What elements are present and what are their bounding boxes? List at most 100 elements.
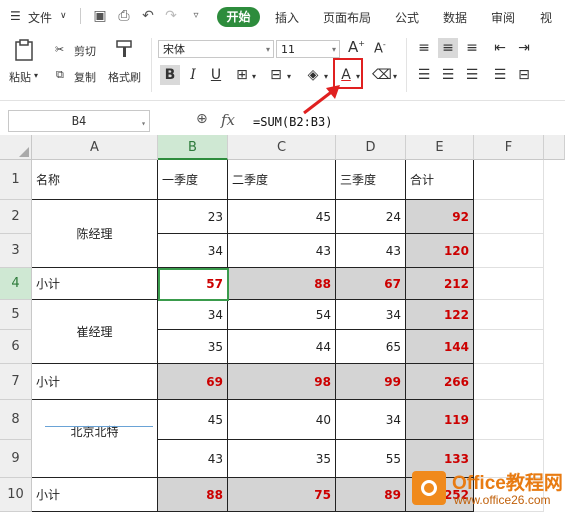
group-name-cell[interactable]: 陈经理 — [32, 200, 158, 268]
value-cell[interactable]: 45 — [158, 400, 228, 440]
header-q1-cell[interactable]: 一季度 — [158, 160, 228, 200]
indent-decrease-icon[interactable]: ⇤ — [490, 38, 510, 58]
value-cell[interactable]: 34 — [158, 300, 228, 330]
row-header-6[interactable]: 6 — [0, 330, 32, 364]
font-name-select[interactable]: 宋体 ▾ — [158, 40, 274, 58]
format-painter-icon[interactable] — [113, 38, 137, 62]
select-all-corner[interactable] — [0, 135, 32, 160]
eraser-icon[interactable]: ⌫ — [372, 65, 392, 85]
subtotal-value-cell[interactable]: 88 — [158, 478, 228, 512]
save-icon[interactable]: ▣ — [92, 8, 108, 24]
subtotal-value-cell[interactable]: 69 — [158, 364, 228, 400]
copy-button[interactable]: 复制 — [74, 69, 96, 85]
decrease-font-icon[interactable]: A- — [374, 40, 386, 56]
column-header-c[interactable]: C — [228, 135, 336, 160]
subtotal-value-cell[interactable]: 99 — [336, 364, 406, 400]
empty-cell[interactable] — [474, 400, 544, 440]
empty-cell[interactable] — [474, 300, 544, 330]
distribute-icon[interactable]: ⊟ — [514, 65, 534, 85]
row-header-2[interactable]: 2 — [0, 200, 32, 234]
row-header-7[interactable]: 7 — [0, 364, 32, 400]
chevron-down-icon[interactable]: ▾ — [252, 72, 256, 81]
subtotal-value-cell[interactable]: 75 — [228, 478, 336, 512]
row-total-cell[interactable]: 120 — [406, 234, 474, 268]
column-header-d[interactable]: D — [336, 135, 406, 160]
header-q2-cell[interactable]: 二季度 — [228, 160, 336, 200]
value-cell[interactable]: 55 — [336, 440, 406, 478]
italic-button[interactable]: I — [183, 65, 203, 85]
value-cell[interactable]: 43 — [336, 234, 406, 268]
value-cell[interactable]: 45 — [228, 200, 336, 234]
border-icon[interactable]: ⊞ — [232, 65, 252, 85]
tab-data[interactable]: 数据 — [443, 9, 467, 26]
row-header-1[interactable]: 1 — [0, 160, 32, 200]
cut-button[interactable]: 剪切 — [74, 43, 96, 59]
value-cell[interactable]: 34 — [336, 300, 406, 330]
row-header-4[interactable]: 4 — [0, 268, 32, 300]
column-header-f[interactable]: F — [474, 135, 544, 160]
subtotal-value-cell[interactable]: 98 — [228, 364, 336, 400]
align-top-icon[interactable]: ≡ — [414, 38, 434, 58]
group-name-cell[interactable]: 崔经理 — [32, 300, 158, 364]
row-total-cell[interactable]: 144 — [406, 330, 474, 364]
row-header-5[interactable]: 5 — [0, 300, 32, 330]
redo-icon[interactable]: ↷ — [163, 8, 179, 24]
column-header-e[interactable]: E — [406, 135, 474, 160]
paste-icon[interactable] — [10, 38, 38, 62]
merge-cells-icon[interactable]: ⊟ — [266, 65, 286, 85]
print-icon[interactable]: ⎙ — [116, 8, 132, 24]
align-bottom-icon[interactable]: ≡ — [462, 38, 482, 58]
font-size-select[interactable]: 11 ▾ — [276, 40, 340, 58]
justify-icon[interactable]: ☰ — [490, 65, 510, 85]
subtotal-value-cell[interactable]: 57 — [158, 268, 228, 300]
align-left-icon[interactable]: ☰ — [414, 65, 434, 85]
value-cell[interactable]: 40 — [228, 400, 336, 440]
header-name-cell[interactable]: 名称 — [32, 160, 158, 200]
row-total-cell[interactable]: 119 — [406, 400, 474, 440]
subtotal-label-cell[interactable]: 小计 — [32, 364, 158, 400]
row-header-3[interactable]: 3 — [0, 234, 32, 268]
value-cell[interactable]: 43 — [158, 440, 228, 478]
align-center-icon[interactable]: ☰ — [438, 65, 458, 85]
subtotal-value-cell[interactable]: 266 — [406, 364, 474, 400]
header-total-cell[interactable]: 合计 — [406, 160, 474, 200]
value-cell[interactable]: 43 — [228, 234, 336, 268]
format-painter-button[interactable]: 格式刷 — [108, 69, 141, 85]
subtotal-value-cell[interactable]: 67 — [336, 268, 406, 300]
value-cell[interactable]: 44 — [228, 330, 336, 364]
formula-input[interactable]: =SUM(B2:B3) — [253, 115, 332, 129]
value-cell[interactable]: 65 — [336, 330, 406, 364]
row-total-cell[interactable]: 92 — [406, 200, 474, 234]
chevron-down-icon[interactable]: ∨ — [60, 11, 67, 21]
value-cell[interactable]: 35 — [158, 330, 228, 364]
empty-cell[interactable] — [474, 268, 544, 300]
group-name-cell[interactable]: 北京北特 — [32, 400, 158, 478]
chevron-down-icon[interactable]: ▾ — [287, 72, 291, 81]
row-total-cell[interactable]: 122 — [406, 300, 474, 330]
subtotal-label-cell[interactable]: 小计 — [32, 268, 158, 300]
zoom-icon[interactable]: ⊕ — [196, 111, 208, 127]
align-right-icon[interactable]: ☰ — [462, 65, 482, 85]
tab-view[interactable]: 视 — [540, 9, 552, 26]
hamburger-icon[interactable]: ☰ — [10, 9, 21, 23]
fx-icon[interactable]: fx — [221, 111, 235, 129]
column-header-b[interactable]: B — [158, 135, 228, 160]
subtotal-value-cell[interactable]: 89 — [336, 478, 406, 512]
align-middle-icon[interactable]: ≡ — [438, 38, 458, 58]
tab-page-layout[interactable]: 页面布局 — [323, 9, 371, 26]
value-cell[interactable]: 35 — [228, 440, 336, 478]
scissors-icon[interactable]: ✂ — [55, 43, 64, 56]
tab-insert[interactable]: 插入 — [275, 9, 299, 26]
tab-formulas[interactable]: 公式 — [395, 9, 419, 26]
empty-cell[interactable] — [474, 160, 544, 200]
empty-cell[interactable] — [474, 364, 544, 400]
empty-cell[interactable] — [474, 330, 544, 364]
paste-dropdown-icon[interactable]: ▾ — [34, 71, 38, 80]
tab-home[interactable]: 开始 — [217, 7, 260, 27]
file-menu[interactable]: 文件 — [28, 9, 52, 26]
column-header-a[interactable]: A — [32, 135, 158, 160]
quick-access-dropdown-icon[interactable]: ▿ — [188, 8, 204, 24]
value-cell[interactable]: 34 — [158, 234, 228, 268]
row-header-10[interactable]: 10 — [0, 478, 32, 512]
bold-button[interactable]: B — [160, 65, 180, 85]
